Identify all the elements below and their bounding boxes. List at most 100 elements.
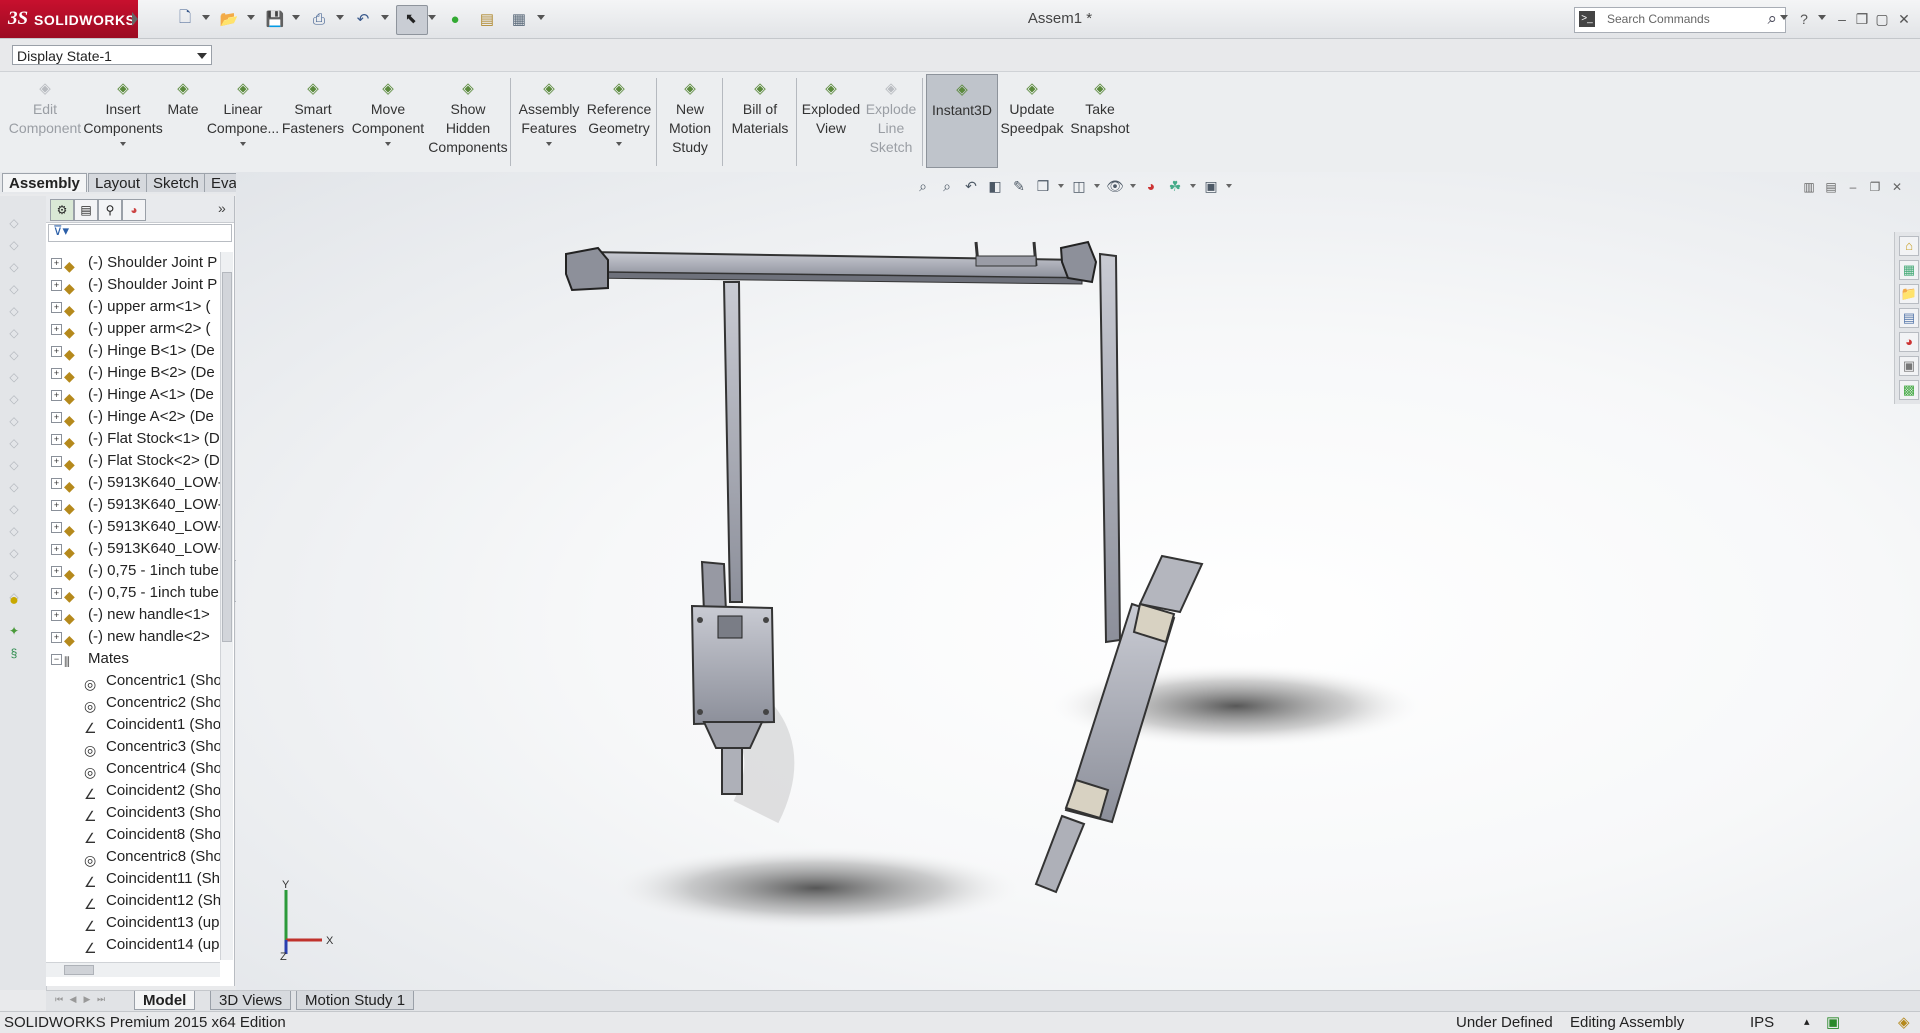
line-icon[interactable]: ◇ bbox=[6, 260, 22, 274]
rebuild-status-icon[interactable]: ▣ bbox=[1826, 1012, 1840, 1033]
expand-toggle-icon[interactable]: + bbox=[51, 346, 62, 357]
tree-component-row[interactable]: + ◆ (-) Hinge A<2> (De bbox=[46, 406, 224, 428]
menu-flyout-arrow-icon[interactable] bbox=[132, 12, 138, 26]
dropdown-caret-icon[interactable] bbox=[546, 142, 552, 146]
tree-component-row[interactable]: + ◆ (-) upper arm<1> ( bbox=[46, 296, 224, 318]
save-caret-icon[interactable] bbox=[292, 15, 300, 20]
tree-filter[interactable]: ⊽▾ bbox=[48, 223, 232, 242]
help-icon[interactable]: ? bbox=[1794, 10, 1814, 28]
tree-component-row[interactable]: + ◆ (-) 0,75 - 1inch tube bbox=[46, 582, 224, 604]
display-state-select[interactable]: Display State-1 bbox=[12, 45, 212, 65]
tree-mate-row[interactable]: ∠ Coincident13 (up bbox=[46, 912, 224, 934]
cmd-linear-compone-button[interactable]: ◈ Linear Compone... bbox=[207, 74, 279, 168]
expand-toggle-icon[interactable]: + bbox=[51, 610, 62, 621]
search-icon[interactable]: ⌕ bbox=[1767, 9, 1777, 29]
expand-toggle-icon[interactable]: + bbox=[51, 632, 62, 643]
smart-dimension-icon[interactable]: ◇ bbox=[6, 216, 22, 230]
mirror-icon[interactable]: ◇ bbox=[6, 458, 22, 472]
tree-component-row[interactable]: + ◆ (-) 5913K640_LOW- bbox=[46, 538, 224, 560]
expand-toggle-icon[interactable]: + bbox=[51, 368, 62, 379]
tree-vertical-scrollbar[interactable] bbox=[220, 252, 233, 960]
rebuild-traffic-light-icon[interactable]: ● bbox=[444, 8, 466, 30]
expand-toggle-icon[interactable]: + bbox=[51, 258, 62, 269]
tree-mate-row[interactable]: ∠ Coincident3 (Sho bbox=[46, 802, 224, 824]
restore-window-icon[interactable]: ▢ bbox=[1872, 10, 1892, 28]
cmd-assembly-features-button[interactable]: ◈ Assembly Features bbox=[514, 74, 584, 168]
assembly-model[interactable] bbox=[236, 172, 1894, 990]
next-tab-icon[interactable]: ▶ bbox=[82, 994, 92, 1006]
expand-toggle-icon[interactable]: + bbox=[51, 412, 62, 423]
cmd-mate-button[interactable]: ◈ Mate bbox=[158, 74, 208, 168]
pattern-icon[interactable]: ◇ bbox=[6, 524, 22, 538]
file-explorer-icon[interactable]: 📁 bbox=[1899, 284, 1919, 304]
forum-icon[interactable]: ▩ bbox=[1899, 380, 1919, 400]
expand-toggle-icon[interactable]: + bbox=[51, 456, 62, 467]
units-indicator[interactable]: IPS bbox=[1750, 1012, 1774, 1033]
tree-mate-row[interactable]: ◎ Concentric8 (Sho bbox=[46, 846, 224, 868]
cmd-instant3d-button[interactable]: ◈ Instant3D bbox=[926, 74, 998, 168]
solidworks-logo[interactable]: 3S SOLIDWORKS bbox=[0, 0, 138, 38]
select-caret-icon[interactable] bbox=[428, 15, 436, 20]
cmd-insert-components-button[interactable]: ◈ Insert Components bbox=[83, 74, 163, 168]
feature-manager-tab-icon[interactable]: ⚙ bbox=[50, 199, 74, 221]
tree-mate-row[interactable]: ∠ Coincident8 (Sho bbox=[46, 824, 224, 846]
point-icon[interactable]: ◇ bbox=[6, 414, 22, 428]
tag-icon[interactable]: ◈ bbox=[1898, 1012, 1910, 1033]
undo-icon[interactable]: ↶ bbox=[352, 8, 374, 30]
cmd-update-speedpak-button[interactable]: ◈ Update Speedpak bbox=[998, 74, 1066, 168]
print-icon[interactable]: ⎙ bbox=[308, 8, 330, 30]
appearances-icon[interactable]: ◕ bbox=[1899, 332, 1919, 352]
file-properties-icon[interactable]: ▤ bbox=[476, 8, 498, 30]
bottom-tab-motion-study-1[interactable]: Motion Study 1 bbox=[296, 991, 415, 1010]
tree-component-row[interactable]: + ◆ (-) 5913K640_LOW- bbox=[46, 472, 224, 494]
resources-home-icon[interactable]: ⌂ bbox=[1899, 236, 1919, 256]
display-manager-tab-icon[interactable]: ◕ bbox=[122, 199, 146, 221]
tree-component-row[interactable]: + ◆ (-) 5913K640_LOW- bbox=[46, 516, 224, 538]
mates-folder-row[interactable]: − ⫴ Mates bbox=[46, 648, 224, 670]
design-library-icon[interactable]: ▦ bbox=[1899, 260, 1919, 280]
close-icon[interactable]: ✕ bbox=[1894, 10, 1914, 28]
search-commands-input[interactable]: >_ Search Commands ⌕ bbox=[1574, 7, 1786, 33]
cmd-move-component-button[interactable]: ◈ Move Component bbox=[348, 74, 428, 168]
units-caret-icon[interactable]: ▴ bbox=[1804, 1012, 1810, 1033]
dropdown-caret-icon[interactable] bbox=[120, 142, 126, 146]
curves-icon[interactable]: § bbox=[6, 646, 22, 660]
expand-toggle-icon[interactable]: + bbox=[51, 500, 62, 511]
bottom-tab-model[interactable]: Model bbox=[134, 991, 196, 1010]
tab-layout[interactable]: Layout bbox=[88, 173, 148, 192]
dropdown-caret-icon[interactable] bbox=[240, 142, 246, 146]
tree-component-row[interactable]: + ◆ (-) Hinge B<2> (De bbox=[46, 362, 224, 384]
smart-component-icon[interactable]: ● bbox=[6, 592, 22, 609]
configuration-manager-tab-icon[interactable]: ⚲ bbox=[98, 199, 122, 221]
open-folder-icon[interactable]: 📂 bbox=[218, 8, 240, 30]
bottom-tab-3d-views[interactable]: 3D Views bbox=[210, 991, 292, 1010]
trim-icon[interactable]: ◇ bbox=[6, 480, 22, 494]
first-tab-icon[interactable]: ⏮ bbox=[54, 994, 64, 1006]
tree-component-row[interactable]: + ◆ (-) 0,75 - 1inch tube bbox=[46, 560, 224, 582]
expand-panel-icon[interactable]: » bbox=[218, 200, 226, 216]
tree-component-row[interactable]: + ◆ (-) new handle<1> bbox=[46, 604, 224, 626]
tree-component-row[interactable]: + ◆ (-) 5913K640_LOW- bbox=[46, 494, 224, 516]
tree-component-row[interactable]: + ◆ (-) upper arm<2> ( bbox=[46, 318, 224, 340]
tree-component-row[interactable]: + ◆ (-) Shoulder Joint P bbox=[46, 274, 224, 296]
expand-toggle-icon[interactable]: + bbox=[51, 522, 62, 533]
axis-icon[interactable]: ◇ bbox=[6, 392, 22, 406]
tree-mate-row[interactable]: ◎ Concentric4 (Sho bbox=[46, 758, 224, 780]
print-caret-icon[interactable] bbox=[336, 15, 344, 20]
sketch-icon[interactable]: ◇ bbox=[6, 238, 22, 252]
arc-icon[interactable]: ◇ bbox=[6, 326, 22, 340]
tree-mate-row[interactable]: ◎ Concentric2 (Sho bbox=[46, 692, 224, 714]
offset-icon[interactable]: ◇ bbox=[6, 502, 22, 516]
tree-horizontal-scrollbar[interactable] bbox=[46, 962, 220, 977]
reference-geometry-icon[interactable]: ✦ bbox=[6, 624, 22, 638]
prev-tab-icon[interactable]: ◀ bbox=[68, 994, 78, 1006]
expand-toggle-icon[interactable]: + bbox=[51, 280, 62, 291]
cmd-reference-geometry-button[interactable]: ◈ Reference Geometry bbox=[584, 74, 654, 168]
undo-caret-icon[interactable] bbox=[381, 15, 389, 20]
minimize-icon[interactable]: – bbox=[1832, 10, 1852, 28]
last-tab-icon[interactable]: ⏭ bbox=[96, 994, 106, 1006]
expand-toggle-icon[interactable]: + bbox=[51, 324, 62, 335]
collapse-toggle-icon[interactable]: − bbox=[51, 654, 62, 665]
expand-toggle-icon[interactable]: + bbox=[51, 302, 62, 313]
search-caret-icon[interactable] bbox=[1780, 15, 1788, 20]
